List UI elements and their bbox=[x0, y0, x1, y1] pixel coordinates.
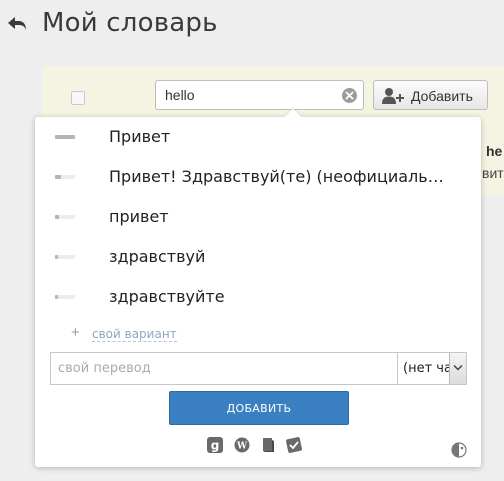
suggestion-item[interactable]: Привет! Здравствуй(те) (неофициальное пр… bbox=[35, 157, 481, 197]
add-user-icon bbox=[381, 87, 405, 108]
suggestion-item[interactable]: привет bbox=[35, 197, 481, 237]
select-all-checkbox[interactable] bbox=[71, 91, 85, 105]
half-circle-info-icon[interactable] bbox=[451, 442, 467, 458]
clear-circle-icon[interactable] bbox=[342, 88, 357, 103]
suggestion-label: привет bbox=[109, 207, 169, 226]
add-translation-button[interactable]: ДОБАВИТЬ bbox=[169, 391, 349, 425]
suggestion-item[interactable]: Привет bbox=[35, 117, 481, 157]
popularity-bar bbox=[55, 295, 75, 299]
search-box[interactable] bbox=[155, 80, 364, 110]
background-translation: вит bbox=[482, 165, 504, 181]
suggestion-label: здравствуй bbox=[109, 247, 206, 266]
chevron-down-icon[interactable] bbox=[449, 353, 466, 384]
translation-dropdown: Привет Привет! Здравствуй(те) (неофициал… bbox=[35, 108, 481, 467]
popularity-bar bbox=[55, 255, 75, 259]
dictionary-icon[interactable] bbox=[286, 437, 302, 453]
header: Мой словарь bbox=[0, 0, 504, 52]
add-word-label: Добавить bbox=[411, 88, 473, 104]
page-title: Мой словарь bbox=[42, 8, 218, 38]
add-word-button[interactable]: Добавить bbox=[373, 80, 488, 110]
suggestion-label: Привет bbox=[109, 127, 171, 146]
svg-text:W: W bbox=[236, 442, 248, 452]
popularity-bar bbox=[55, 135, 75, 139]
suggestion-label: Привет! Здравствуй(те) (неофициальное пр… bbox=[109, 167, 449, 186]
suggestion-label: здравствуйте bbox=[109, 287, 225, 306]
google-icon[interactable]: g bbox=[207, 437, 223, 453]
own-variant-link[interactable]: свой вариант bbox=[92, 327, 177, 342]
background-word: he bbox=[486, 143, 503, 159]
svg-text:g: g bbox=[211, 439, 220, 453]
add-translation-label: ДОБАВИТЬ bbox=[226, 402, 292, 415]
part-of-speech-select[interactable]: (нет часть речи) bbox=[397, 353, 466, 384]
wikipedia-icon[interactable]: W bbox=[234, 437, 250, 453]
suggestion-item[interactable]: здравствуй bbox=[35, 237, 481, 277]
plus-icon: + bbox=[71, 324, 80, 341]
custom-translation-input[interactable] bbox=[51, 353, 397, 384]
search-input[interactable] bbox=[165, 86, 335, 104]
popularity-bar bbox=[55, 175, 75, 179]
popularity-bar bbox=[55, 215, 75, 219]
suggestion-item[interactable]: здравствуйте bbox=[35, 277, 481, 317]
book-icon[interactable] bbox=[260, 437, 276, 453]
custom-translation-row: (нет часть речи) bbox=[50, 352, 467, 385]
back-arrow-icon[interactable] bbox=[6, 14, 30, 34]
